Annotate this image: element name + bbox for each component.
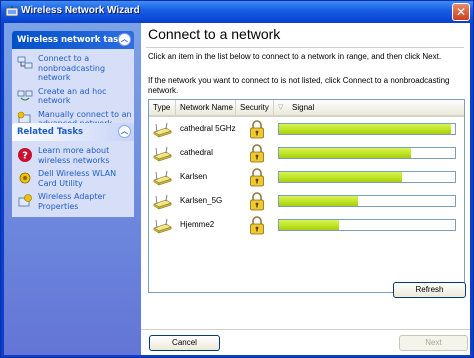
instruction-text-nonbroadcasting: If the network you want to connect to is…	[148, 76, 450, 95]
signal-strength-bar	[278, 195, 456, 207]
network-row[interactable]: Karlsen	[149, 166, 464, 190]
wireless-router-icon	[152, 122, 172, 138]
refresh-button[interactable]: Refresh	[393, 282, 466, 298]
related-panel-body: ? Learn more about wireless networks Del…	[12, 141, 134, 217]
task-label: Wireless Adapter Properties	[38, 192, 106, 211]
task-label: Connect to a nonbroadcasting network	[38, 54, 106, 82]
properties-icon	[18, 194, 32, 207]
security-lock-icon	[249, 144, 265, 163]
help-icon: ?	[18, 148, 32, 162]
signal-strength-fill	[279, 220, 339, 230]
next-button[interactable]: Next	[399, 335, 468, 351]
security-lock-icon	[249, 120, 265, 139]
task-adapter-properties[interactable]: Wireless Adapter Properties	[12, 190, 134, 213]
signal-strength-fill	[279, 172, 403, 182]
related-panel-title: Related Tasks	[17, 127, 84, 137]
network-name: cathedral	[180, 148, 213, 157]
wireless-router-icon	[152, 170, 172, 186]
signal-strength-bar	[278, 219, 456, 231]
tasks-panel-title: Wireless network tasks	[17, 35, 129, 45]
task-sidebar: Wireless network tasks ︿ Connect to a no…	[4, 23, 141, 355]
network-computers-icon	[17, 56, 33, 69]
instruction-text: Click an item in the list below to conne…	[148, 52, 442, 61]
wireless-router-icon	[152, 146, 172, 162]
heading-divider	[146, 47, 464, 48]
collapse-chevron-icon[interactable]: ︿	[118, 125, 131, 138]
wizard-window: Wireless Network Wizard ✕ Wireless netwo…	[0, 0, 474, 358]
column-network-name[interactable]: Network Name	[176, 100, 236, 115]
signal-strength-fill	[279, 148, 411, 158]
column-signal[interactable]: ▽ Signal	[274, 100, 464, 115]
column-signal-label: Signal	[292, 103, 315, 112]
network-row[interactable]: Karlsen_5G	[149, 190, 464, 214]
window-title: Wireless Network Wizard	[21, 5, 140, 16]
wizard-client-area: Wireless network tasks ︿ Connect to a no…	[4, 23, 470, 355]
tasks-panel-body: Connect to a nonbroadcasting network Cre…	[12, 49, 134, 135]
signal-strength-fill	[279, 124, 452, 134]
column-security[interactable]: Security	[236, 100, 274, 115]
network-name: cathedral 5GHz	[180, 124, 236, 133]
task-connect-nonbroadcasting[interactable]: Connect to a nonbroadcasting network	[12, 52, 134, 85]
task-create-adhoc[interactable]: Create an ad hoc network	[12, 85, 134, 108]
signal-strength-bar	[278, 123, 456, 135]
security-lock-icon	[249, 192, 265, 211]
tasks-panel-header[interactable]: Wireless network tasks ︿	[12, 31, 134, 49]
footer-divider	[141, 329, 470, 330]
related-panel-header[interactable]: Related Tasks ︿	[12, 123, 134, 141]
signal-strength-bar	[278, 171, 456, 183]
cancel-button[interactable]: Cancel	[149, 335, 220, 351]
signal-strength-fill	[279, 196, 359, 206]
network-row[interactable]: cathedral 5GHz	[149, 118, 464, 142]
task-label: Learn more about wireless networks	[38, 146, 110, 165]
network-list[interactable]: Type Network Name Security ▽ Signal cath…	[148, 99, 465, 293]
svg-text:?: ?	[22, 151, 28, 162]
title-bar[interactable]: Wireless Network Wizard ✕	[1, 1, 473, 23]
page-title: Connect to a network	[148, 26, 281, 42]
task-label: Create an ad hoc network	[38, 86, 107, 106]
security-lock-icon	[249, 216, 265, 235]
network-row[interactable]: Hjemme2	[149, 214, 464, 238]
network-row[interactable]: cathedral	[149, 142, 464, 166]
network-name: Karlsen_5G	[180, 196, 223, 205]
main-content: Connect to a network Click an item in th…	[141, 23, 470, 355]
security-lock-icon	[249, 168, 265, 187]
wireless-wizard-icon	[5, 6, 19, 17]
network-name: Hjemme2	[180, 220, 215, 229]
adhoc-computers-icon	[17, 90, 33, 100]
tasks-panel: Wireless network tasks ︿ Connect to a no…	[12, 31, 134, 135]
task-dell-utility[interactable]: Dell Wireless WLAN Card Utility	[12, 167, 134, 190]
network-name: Karlsen	[180, 172, 208, 181]
signal-strength-bar	[278, 147, 456, 159]
close-button[interactable]: ✕	[452, 3, 470, 21]
utility-icon	[19, 172, 31, 184]
task-learn-more[interactable]: ? Learn more about wireless networks	[12, 144, 134, 167]
collapse-chevron-icon[interactable]: ︿	[118, 33, 131, 46]
related-tasks-panel: Related Tasks ︿ ? Learn more about wirel…	[12, 123, 134, 217]
task-label: Dell Wireless WLAN Card Utility	[38, 169, 117, 188]
wireless-router-icon	[152, 218, 172, 234]
sort-arrow-icon: ▽	[278, 104, 284, 111]
wireless-router-icon	[152, 194, 172, 210]
column-type[interactable]: Type	[149, 100, 176, 115]
list-header: Type Network Name Security ▽ Signal	[149, 100, 464, 117]
